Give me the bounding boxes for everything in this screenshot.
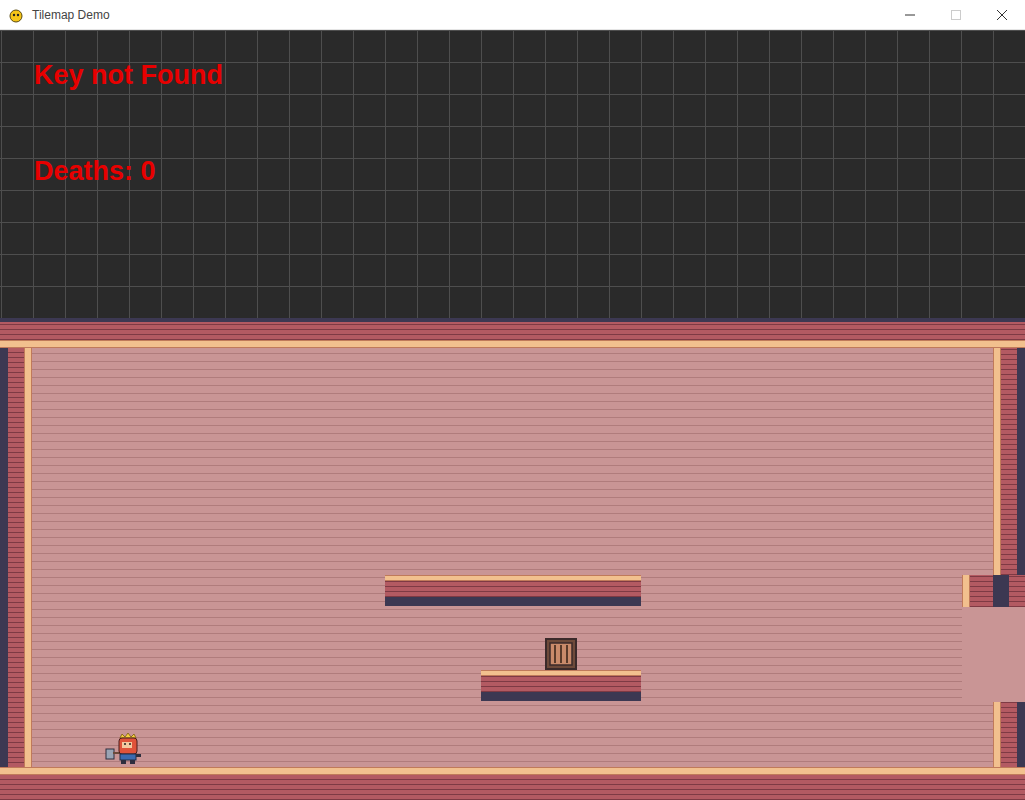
key-status: Key not Found	[34, 58, 1025, 92]
maximize-button	[933, 0, 979, 29]
floor	[0, 767, 1025, 800]
left-wall	[0, 348, 32, 768]
close-button[interactable]	[979, 0, 1025, 29]
ceiling	[0, 322, 1025, 348]
minimize-button[interactable]	[887, 0, 933, 29]
minimize-icon	[905, 10, 915, 20]
close-icon	[997, 10, 1007, 20]
crate-icon[interactable]	[545, 638, 577, 670]
title-bar[interactable]: Tilemap Demo	[0, 0, 1025, 30]
exit-ledge	[962, 575, 1025, 607]
back-wall	[24, 348, 1001, 770]
deaths-counter: Deaths: 0	[34, 154, 1025, 188]
hud-area: Key not Found Deaths: 0	[0, 30, 1025, 318]
lower-platform	[481, 670, 641, 701]
player-king-icon[interactable]	[104, 732, 142, 765]
level	[0, 318, 1025, 800]
pygame-icon	[8, 7, 24, 23]
right-wall-upper	[993, 348, 1025, 575]
upper-platform	[385, 575, 641, 606]
right-wall-lower	[993, 702, 1025, 768]
exit-opening	[962, 607, 1025, 702]
game-window: Tilemap Demo Key not Found Deaths: 0	[0, 0, 1025, 800]
maximize-icon	[951, 10, 961, 20]
window-title: Tilemap Demo	[32, 6, 110, 24]
